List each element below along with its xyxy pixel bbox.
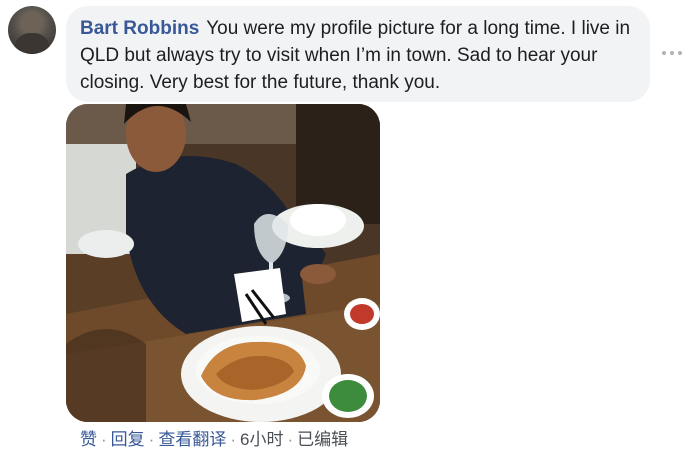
action-separator: · [148, 430, 155, 449]
see-translation-link[interactable]: 查看翻译 [158, 430, 226, 449]
photo-illustration [66, 104, 380, 422]
avatar-body-shape [14, 33, 50, 54]
avatar-head-shape [23, 13, 41, 35]
edited-label[interactable]: 已编辑 [297, 430, 348, 449]
action-separator: · [101, 430, 107, 449]
commenter-avatar[interactable] [8, 6, 56, 54]
more-dot [678, 51, 682, 55]
action-separator: · [287, 430, 294, 449]
more-dot [662, 51, 666, 55]
action-separator: · [230, 430, 237, 449]
more-horizontal-icon[interactable] [662, 48, 682, 58]
comment-photo[interactable] [66, 104, 380, 422]
comment-author-link[interactable]: Bart Robbins [80, 18, 199, 39]
reply-link[interactable]: 回复 [111, 430, 145, 449]
comment-actions: 赞 · 回复 · 查看翻译 · 6小时 · 已编辑 [80, 428, 348, 452]
more-dot [670, 51, 674, 55]
like-link[interactable]: 赞 [80, 430, 97, 449]
comment-timestamp[interactable]: 6小时 [240, 430, 283, 449]
comment-bubble: Bart Robbins You were my profile picture… [66, 6, 650, 102]
